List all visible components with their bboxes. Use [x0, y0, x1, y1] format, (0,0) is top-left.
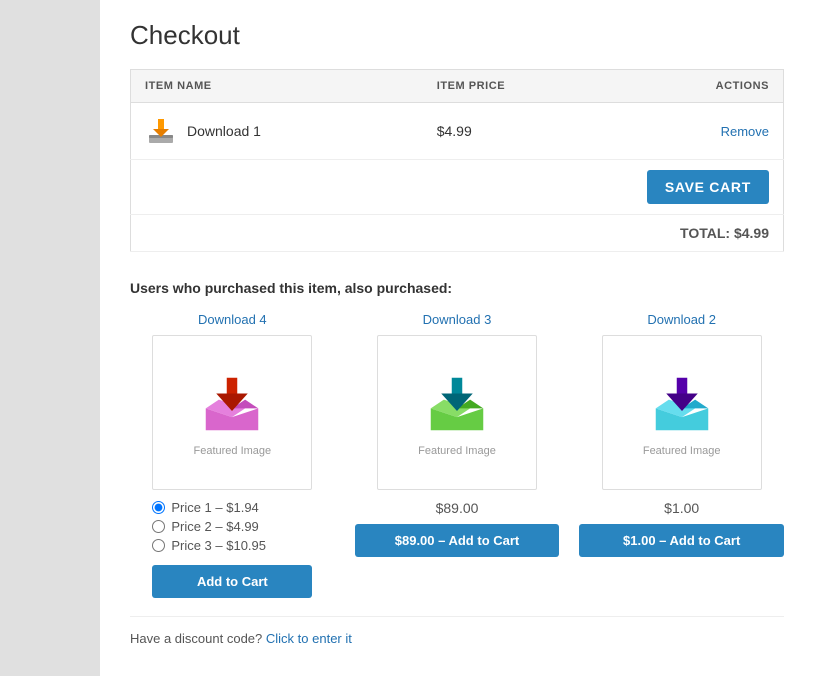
discount-link[interactable]: Click to enter it [266, 631, 352, 646]
table-row: Download 1 $4.99 Remove [131, 103, 784, 160]
product-image-download4: Featured Image [152, 335, 312, 490]
page-title: Checkout [130, 20, 784, 51]
product-image-label-download3: Featured Image [418, 445, 496, 457]
download2-icon [647, 369, 717, 439]
product-card-download2: Download 2 Featured Image $1.00 [579, 312, 784, 598]
price-option-1[interactable]: Price 1 – $1.94 [152, 500, 312, 515]
product-title-download4[interactable]: Download 4 [198, 312, 267, 327]
product-card-download3: Download 3 Featured Image $89.00 [355, 312, 560, 598]
item-icon [145, 115, 177, 147]
col-item-name: Item Name [131, 70, 423, 103]
save-cart-row: SAVE CART [131, 160, 784, 215]
total-row: TOTAL: $4.99 [131, 215, 784, 252]
add-to-cart-download4[interactable]: Add to Cart [152, 565, 312, 598]
download3-icon [422, 369, 492, 439]
product-image-download3: Featured Image [377, 335, 537, 490]
price-option-3[interactable]: Price 3 – $10.95 [152, 538, 312, 553]
also-purchased-title: Users who purchased this item, also purc… [130, 280, 784, 296]
product-price-download2: $1.00 [664, 500, 699, 516]
sidebar [0, 0, 100, 676]
add-to-cart-download2[interactable]: $1.00 – Add to Cart [579, 524, 784, 557]
save-cart-button[interactable]: SAVE CART [647, 170, 769, 204]
download4-icon [197, 369, 267, 439]
products-grid: Download 4 Feature [130, 312, 784, 598]
product-title-download2[interactable]: Download 2 [647, 312, 716, 327]
product-image-download2: Featured Image [602, 335, 762, 490]
item-price: $4.99 [423, 103, 618, 160]
main-content: Checkout Item Name Item Price Actions [100, 0, 814, 676]
discount-text: Have a discount code? [130, 631, 262, 646]
price-option-2[interactable]: Price 2 – $4.99 [152, 519, 312, 534]
also-purchased-section: Users who purchased this item, also purc… [130, 280, 784, 646]
checkout-table: Item Name Item Price Actions [130, 69, 784, 252]
total-label: TOTAL: $4.99 [680, 225, 769, 241]
product-image-label-download2: Featured Image [643, 445, 721, 457]
product-image-label-download4: Featured Image [194, 445, 272, 457]
item-name: Download 1 [187, 123, 261, 139]
price-options-download4: Price 1 – $1.94 Price 2 – $4.99 Price 3 … [152, 500, 312, 557]
product-card-download4: Download 4 Feature [130, 312, 335, 598]
col-actions: Actions [618, 70, 784, 103]
col-item-price: Item Price [423, 70, 618, 103]
remove-link[interactable]: Remove [721, 124, 769, 139]
product-price-download3: $89.00 [436, 500, 479, 516]
product-title-download3[interactable]: Download 3 [423, 312, 492, 327]
add-to-cart-download3[interactable]: $89.00 – Add to Cart [355, 524, 560, 557]
